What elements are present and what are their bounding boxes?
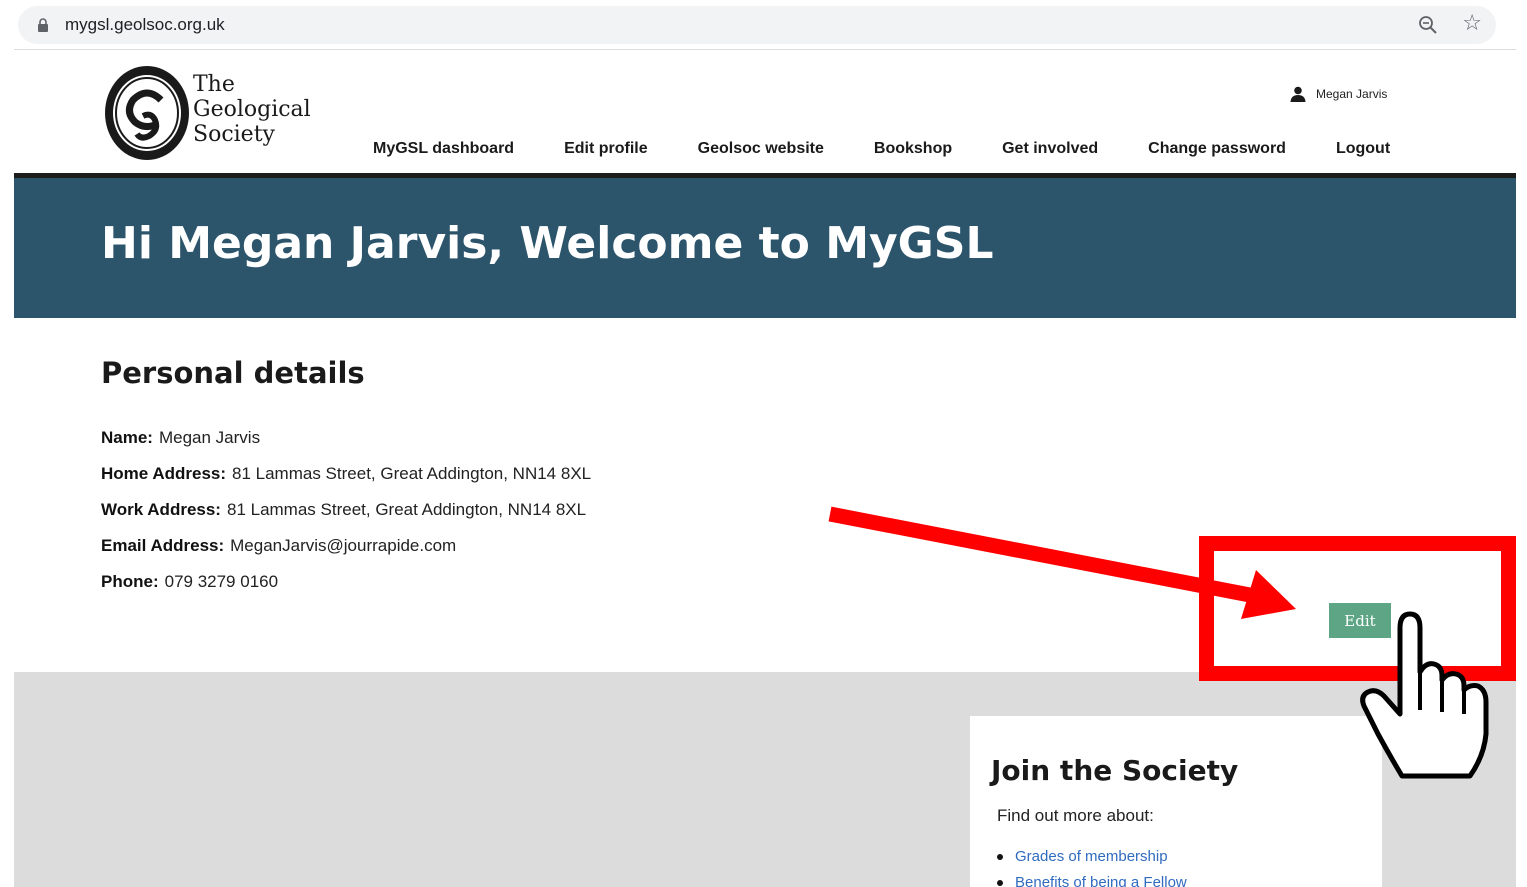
lock-icon — [38, 18, 48, 32]
personal-details-list: Name: Megan Jarvis Home Address: 81 Lammas… — [101, 428, 591, 608]
logo-line-1: The — [193, 72, 235, 97]
user-icon — [1290, 86, 1306, 102]
zoom-out-icon[interactable] — [1418, 15, 1438, 35]
detail-value: Megan Jarvis — [158, 428, 261, 447]
detail-value: 81 Lammas Street, Great Addington, NN14 … — [232, 464, 592, 483]
bookmark-star-icon[interactable]: ☆ — [1462, 13, 1482, 35]
main-nav: MyGSL dashboard Edit profile Geolsoc web… — [373, 140, 1440, 158]
nav-mygsl-dashboard[interactable]: MyGSL dashboard — [373, 140, 514, 158]
user-account[interactable]: Megan Jarvis — [1290, 84, 1387, 104]
nav-get-involved[interactable]: Get involved — [1002, 140, 1098, 158]
nav-geolsoc-website[interactable]: Geolsoc website — [698, 140, 824, 158]
personal-details-heading: Personal details — [101, 356, 365, 390]
address-bar[interactable]: mygsl.geolsoc.org.uk ☆ — [18, 6, 1496, 44]
pointing-hand-icon — [1360, 611, 1489, 779]
detail-label: Phone: — [101, 572, 159, 591]
nav-edit-profile[interactable]: Edit profile — [564, 140, 648, 158]
page: { "browser": { "url": "mygsl.geolsoc.org… — [0, 0, 1527, 887]
list-item: Benefits of being a Fellow — [997, 874, 1187, 887]
detail-value: 81 Lammas Street, Great Addington, NN14 … — [226, 500, 587, 519]
logo-line-3: Society — [193, 122, 275, 147]
join-subtitle: Find out more about: — [997, 806, 1154, 825]
detail-email: Email Address: MeganJarvis@jourrapide.com — [101, 536, 591, 572]
detail-name: Name: Megan Jarvis — [101, 428, 591, 464]
nav-change-password[interactable]: Change password — [1148, 140, 1286, 158]
logo-line-2: Geological — [193, 97, 311, 122]
detail-phone: Phone: 079 3279 0160 — [101, 572, 591, 608]
detail-label: Work Address: — [101, 500, 221, 519]
society-seal-icon — [105, 66, 189, 160]
geological-society-logo[interactable]: The Geological Society — [103, 64, 313, 164]
detail-label: Name: — [101, 428, 153, 447]
join-links: Grades of membership Benefits of being a… — [997, 848, 1187, 887]
logo-text: The Geological Society — [193, 72, 311, 147]
link-benefits-fellow[interactable]: Benefits of being a Fellow — [1015, 874, 1187, 887]
detail-value: 079 3279 0160 — [164, 572, 279, 591]
user-name[interactable]: Megan Jarvis — [1316, 87, 1387, 101]
detail-work-address: Work Address: 81 Lammas Street, Great Add… — [101, 500, 591, 536]
detail-home-address: Home Address: 81 Lammas Street, Great Add… — [101, 464, 591, 500]
nav-logout[interactable]: Logout — [1336, 140, 1390, 158]
link-grades-of-membership[interactable]: Grades of membership — [1015, 848, 1168, 865]
list-item: Grades of membership — [997, 848, 1187, 874]
join-heading: Join the Society — [991, 754, 1239, 787]
page-title: Hi Megan Jarvis, Welcome to MyGSL — [101, 218, 994, 269]
url-text[interactable]: mygsl.geolsoc.org.uk — [65, 15, 225, 35]
detail-label: Home Address: — [101, 464, 227, 483]
nav-bookshop[interactable]: Bookshop — [874, 140, 952, 158]
detail-label: Email Address: — [101, 536, 225, 555]
join-society-card: Join the Society Find out more about: Gr… — [970, 716, 1382, 887]
welcome-banner: Hi Megan Jarvis, Welcome to MyGSL — [14, 178, 1516, 318]
browser-divider — [14, 49, 1516, 50]
detail-value: MeganJarvis@jourrapide.com — [230, 536, 457, 555]
